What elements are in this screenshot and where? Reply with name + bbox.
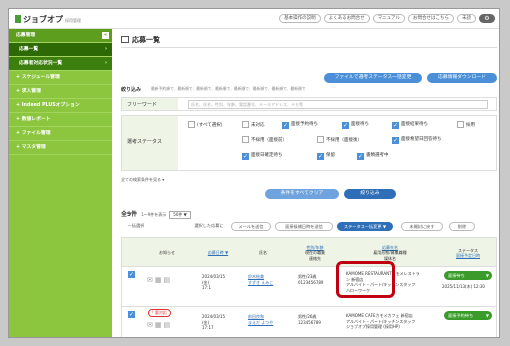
sidebar-item-files[interactable]: + ファイル管理 — [9, 127, 112, 141]
status-label: 選考ステータス — [122, 116, 178, 170]
calendar-icon: ▦ — [154, 276, 164, 284]
sidebar-item-jobs[interactable]: + 求人管理 — [9, 85, 112, 99]
col-status[interactable]: ステータス 面接予定日時 — [440, 238, 496, 268]
checkbox-interview-waiting[interactable]: 面接待ち — [342, 121, 369, 129]
row-job: KAMOME CAFEカモメカフェ 新宿店 アルバイト・パート/キッチンスタッフジ… — [346, 313, 416, 329]
mark-unread-button[interactable]: 未開封に戻す — [401, 222, 443, 231]
page-title: 応募一覧 — [121, 35, 160, 45]
link-basic-guide[interactable]: 基本操作の説明 — [279, 14, 321, 23]
app-window: ジョブオプ 採用管理 基本操作の説明 よくあるお問合せ マニュアル お問合せはこち… — [8, 8, 500, 338]
filter-button[interactable]: 絞り込み — [344, 189, 396, 199]
col-name: 氏名 — [259, 250, 267, 256]
checkbox-interview-booking[interactable]: 面接予約待ち — [282, 121, 318, 129]
filter-title: 絞り込み — [121, 87, 142, 93]
table-row[interactable]: ✓ ! 要対応 ✉▦▤ 2024/03/15 (金) 17:17 前田良和 まえだ よ… — [121, 307, 497, 337]
freeword-label: フリーワード — [122, 98, 178, 110]
mail-icon: ✉ — [147, 321, 155, 329]
checkbox-date-answer[interactable]: 面接希望日回答待ち — [392, 136, 442, 144]
show-all-conditions-link[interactable]: 全ての検索条件を見る ▾ — [121, 177, 164, 183]
list-icon — [121, 36, 129, 43]
checkbox-select-all[interactable]: (すべて選択) — [188, 121, 223, 129]
link-unread[interactable]: 未読 — [457, 14, 476, 23]
sidebar-item-indeed-plus[interactable]: + Indeed PLUSオプション — [9, 99, 112, 113]
row-gender: 男性/23歳 0123456789 — [298, 274, 324, 285]
table-header: お知らせ 応募日時 ▼ 氏名 性別/年齢 現在の職業 連絡先 応募先名 雇用形態/募集… — [121, 237, 497, 267]
checkbox-hold[interactable]: 保留 — [317, 152, 335, 160]
collapse-icon[interactable]: « — [102, 32, 109, 39]
freeword-input[interactable]: 氏名、氏名、性別、年齢、電話番号、メールアドレス、メモ等 — [188, 100, 488, 109]
row-name[interactable]: 鈴木絵美 すずき えみこ — [248, 274, 273, 285]
gear-icon[interactable]: ⚙ — [479, 14, 495, 23]
col-notify: お知らせ — [159, 250, 175, 256]
logo-mark-icon — [15, 15, 21, 23]
col-gender[interactable]: 性別/年齢 現在の職業 連絡先 — [290, 238, 340, 268]
row-gender: 男性/26歳 123456789 — [298, 314, 321, 325]
link-manual[interactable]: マニュアル — [372, 14, 405, 23]
main-content: 応募一覧 ファイルで選考ステータス一括変更 応募情報ダウンロード 絞り込み 最新… — [117, 29, 499, 337]
table-row[interactable]: ✓ ✉▦▤ 2024/03/15 (金) 17:1 鈴木絵美 すずき えみこ 男性/2… — [121, 267, 497, 307]
row-interview-date: 2025/11/13(木) 12:30 — [442, 284, 485, 289]
memo-icon: ▤ — [163, 321, 173, 329]
checkbox-rejected-before[interactable]: 不採用（面接前） — [242, 136, 287, 144]
clear-conditions-button[interactable]: 条件をすべてクリア — [265, 189, 339, 199]
calendar-icon: ▦ — [154, 321, 164, 329]
bulk-action-bar: 一括選択 選択した応募に メールを送信 面接候補日時を送信 ステータス一括変更 … — [121, 222, 497, 233]
logo[interactable]: ジョブオプ 採用管理 — [15, 14, 81, 25]
row-status-select[interactable]: 面接待ち — [444, 271, 492, 280]
top-header: ジョブオプ 採用管理 基本操作の説明 よくあるお問合せ マニュアル お問合せはこち… — [9, 9, 499, 29]
download-applications-button[interactable]: 応募情報ダウンロード — [427, 73, 497, 83]
divider — [121, 47, 497, 48]
selected-label: 選択した応募に — [189, 222, 229, 231]
highlight-annotation — [336, 261, 395, 298]
row-checkbox[interactable]: ✓ — [128, 311, 135, 318]
send-interview-dates-button[interactable]: 面接候補日時を送信 — [275, 222, 333, 231]
checkbox-rejected-after[interactable]: 不採用（面接後） — [317, 136, 362, 144]
bulk-status-file-button[interactable]: ファイルで選考ステータス一括変更 — [324, 73, 422, 83]
checkbox-unsupported[interactable]: 未対応 — [242, 121, 265, 129]
row-name[interactable]: 前田良和 まえだ よつや — [248, 314, 273, 325]
notify-icons: ✉▦▤ — [147, 321, 172, 329]
select-all-checkbox[interactable]: 一括選択 — [121, 222, 151, 231]
checkbox-date-confirm[interactable]: 面接日確定待ち — [242, 152, 283, 160]
result-count: 全9件 1〜9件を表示 50件 ▼ — [121, 209, 191, 219]
chevron-right-icon: › — [105, 61, 107, 66]
sidebar: 応募管理 « 応募一覧 › 応募者対応状況一覧 › + スケジュール管理 + 求人管… — [9, 29, 112, 337]
memo-icon: ▤ — [163, 276, 173, 284]
row-date: 2024/03/15 (金) 17:1 — [202, 274, 226, 290]
mail-icon: ✉ — [147, 276, 155, 284]
bulk-status-select[interactable]: ステータス一括変更 ▼ — [337, 222, 393, 231]
sidebar-item-schedule[interactable]: + スケジュール管理 — [9, 71, 112, 85]
sidebar-item-master[interactable]: + マスタ管理 — [9, 141, 112, 155]
sidebar-item-application-mgmt[interactable]: 応募管理 « — [9, 29, 112, 43]
notify-icons: ✉▦▤ — [147, 276, 172, 284]
link-faq[interactable]: よくあるお問合せ — [323, 14, 370, 23]
checkbox-interview-result[interactable]: 面接結果待ち — [392, 121, 428, 129]
row-checkbox[interactable]: ✓ — [128, 271, 135, 278]
row-date: 2024/03/15 (金) 17:17 — [202, 314, 226, 330]
sidebar-item-reports[interactable]: + 数値レポート — [9, 113, 112, 127]
needs-action-badge: ! 要対応 — [148, 309, 171, 317]
col-date[interactable]: 応募日時 ▼ — [198, 238, 238, 268]
checkbox-hired[interactable]: 採用 — [457, 121, 475, 129]
freeword-row: フリーワード 氏名、氏名、性別、年齢、電話番号、メールアドレス、メモ等 — [121, 97, 497, 111]
chevron-right-icon: › — [105, 47, 107, 52]
checkbox-screening[interactable]: 書類選考中 — [357, 152, 389, 160]
sidebar-item-application-list[interactable]: 応募一覧 › — [9, 43, 112, 57]
row-status-select[interactable]: 面接予約待ち — [444, 311, 492, 320]
send-mail-button[interactable]: メールを送信 — [231, 222, 271, 231]
delete-button[interactable]: 削除 — [449, 222, 475, 231]
status-filter-row: 選考ステータス (すべて選択) 未対応 面接予約待ち 面接待ち 面接結果待ち 採… — [121, 115, 497, 171]
header-links: 基本操作の説明 よくあるお問合せ マニュアル お問合せはこちら 未読 ⚙ — [279, 14, 495, 23]
per-page-select[interactable]: 50件 ▼ — [169, 211, 191, 219]
sidebar-item-response-status[interactable]: 応募者対応状況一覧 › — [9, 57, 112, 71]
link-contact[interactable]: お問合せはこちら — [408, 14, 454, 23]
filter-hint: 最新予約順で、最新順で、最新順で、最新順で、最新順で、最新順で、最新順で、最新順… — [151, 86, 306, 91]
